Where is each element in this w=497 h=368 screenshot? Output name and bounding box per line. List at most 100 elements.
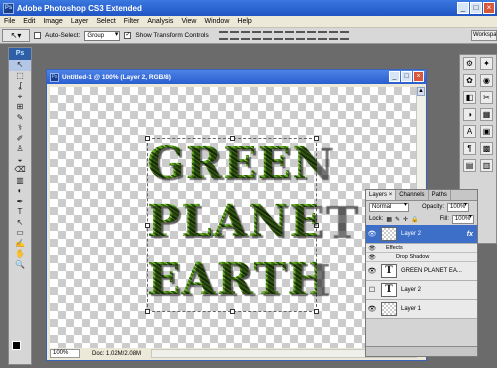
align-right-icon[interactable] (273, 31, 283, 40)
tool-preset-picker[interactable]: ↖▾ (2, 29, 30, 42)
visibility-empty-box[interactable]: ☐ (366, 286, 378, 294)
dock-icon-history[interactable]: ▤ (463, 159, 476, 172)
transform-handle[interactable] (145, 309, 150, 314)
layer-name[interactable]: Layer 2 (401, 231, 421, 237)
effects-row[interactable]: 👁 Effects (366, 244, 477, 253)
menu-window[interactable]: Window (200, 18, 233, 25)
dock-icon-swatches[interactable]: ✿ (463, 74, 476, 87)
layer-row[interactable]: 👁 Layer 2 fx (366, 225, 477, 244)
tab-layers[interactable]: Layers × (366, 190, 397, 200)
effects-visibility-eye-icon[interactable]: 👁 (366, 245, 378, 252)
visibility-eye-icon[interactable]: 👁 (366, 305, 378, 313)
doc-minimize-button[interactable]: _ (389, 71, 400, 82)
gradient-tool-icon[interactable]: ▥ (9, 176, 31, 187)
dock-icon-layer-comps[interactable]: ▩ (480, 142, 493, 155)
dock-icon-character[interactable]: A (463, 125, 476, 138)
clone-stamp-tool-icon[interactable]: ♙ (9, 144, 31, 155)
lasso-tool-icon[interactable]: ʆ (9, 81, 31, 92)
layer-name[interactable]: GREEN PLANET EA... (401, 268, 462, 274)
lock-transparency-icon[interactable]: ▦ (386, 216, 392, 223)
canvas-area[interactable]: GREEN PLANET EARTH (50, 87, 417, 348)
distribute-bottom-icon[interactable] (306, 31, 316, 40)
dock-icon-color[interactable]: ◉ (480, 74, 493, 87)
distribute-left-icon[interactable] (317, 31, 327, 40)
menu-filter[interactable]: Filter (120, 18, 144, 25)
layer-row[interactable]: ☐ T Layer 2 (366, 281, 477, 300)
opacity-field[interactable]: 100% (447, 202, 470, 212)
quick-select-tool-icon[interactable]: ⌖ (9, 92, 31, 103)
lock-image-icon[interactable]: ✎ (395, 216, 400, 223)
menu-layer[interactable]: Layer (67, 18, 93, 25)
dock-icon-tool-presets[interactable]: ▥ (480, 159, 493, 172)
menu-file[interactable]: File (0, 18, 19, 25)
minimize-button[interactable]: _ (457, 2, 469, 14)
foreground-color-swatch[interactable] (12, 341, 21, 350)
eyedropper-tool-icon[interactable]: ✎ (9, 113, 31, 124)
path-select-tool-icon[interactable]: ↖ (9, 218, 31, 229)
distribute-right-icon[interactable] (339, 31, 349, 40)
layer-name[interactable]: Layer 2 (401, 287, 421, 293)
menu-select[interactable]: Select (92, 18, 119, 25)
document-title-bar[interactable]: Ps Untitled-1 @ 100% (Layer 2, RGB/8) _ … (47, 70, 426, 84)
tab-channels[interactable]: Channels (396, 190, 429, 200)
menu-help[interactable]: Help (233, 18, 255, 25)
lock-all-icon[interactable]: 🔒 (411, 216, 418, 223)
fill-field[interactable]: 100% (451, 214, 474, 224)
doc-close-button[interactable]: × (413, 71, 424, 82)
workspace-button[interactable]: Workspace (471, 30, 497, 41)
transform-handle[interactable] (314, 309, 319, 314)
auto-select-checkbox[interactable] (34, 32, 41, 39)
layer-row[interactable]: 👁 Layer 1 (366, 300, 477, 319)
dodge-tool-icon[interactable]: ◐ (9, 186, 31, 197)
menu-view[interactable]: View (177, 18, 200, 25)
distribute-hcenter-icon[interactable] (328, 31, 338, 40)
menu-edit[interactable]: Edit (19, 18, 39, 25)
dock-icon-info[interactable]: ▦ (480, 108, 493, 121)
dock-icon-brushes[interactable]: ✦ (480, 57, 493, 70)
scroll-up-arrow-icon[interactable]: ▲ (417, 87, 425, 96)
doc-info[interactable]: Doc: 1.02M/2.08M (84, 351, 141, 357)
blend-mode-dropdown[interactable]: Normal (369, 202, 409, 212)
doc-maximize-button[interactable]: □ (401, 71, 412, 82)
history-brush-tool-icon[interactable]: ◒ (9, 155, 31, 166)
healing-brush-tool-icon[interactable]: ⚕ (9, 123, 31, 134)
visibility-eye-icon[interactable]: 👁 (366, 230, 378, 238)
fx-icon[interactable]: fx (467, 231, 473, 238)
shape-tool-icon[interactable]: ▭ (9, 228, 31, 239)
tab-close-icon[interactable]: × (389, 192, 393, 198)
dock-icon-navigator[interactable]: ⚙ (463, 57, 476, 70)
align-bottom-icon[interactable] (240, 31, 250, 40)
notes-tool-icon[interactable]: ✍ (9, 239, 31, 250)
type-tool-icon[interactable]: T (9, 207, 31, 218)
brush-tool-icon[interactable]: ✐ (9, 134, 31, 145)
photoshop-logo[interactable]: Ps (9, 48, 31, 60)
dock-icon-paragraph[interactable]: ¶ (463, 142, 476, 155)
crop-tool-icon[interactable]: ⊞ (9, 102, 31, 113)
visibility-eye-icon[interactable]: 👁 (366, 267, 378, 275)
zoom-level-field[interactable]: 100% (50, 349, 80, 358)
auto-select-dropdown[interactable]: Group (84, 30, 121, 41)
layer-row[interactable]: 👁 T GREEN PLANET EA... (366, 262, 477, 281)
distribute-top-icon[interactable] (284, 31, 294, 40)
align-hcenter-icon[interactable] (262, 31, 272, 40)
marquee-tool-icon[interactable]: ⬚ (9, 71, 31, 82)
lock-position-icon[interactable]: ✛ (403, 216, 408, 223)
show-transform-checkbox[interactable]: ✓ (124, 32, 132, 39)
align-left-icon[interactable] (251, 31, 261, 40)
close-button[interactable]: × (483, 2, 495, 14)
layer-name[interactable]: Layer 1 (401, 306, 421, 312)
menu-image[interactable]: Image (39, 18, 66, 25)
dock-icon-adjustments[interactable]: ◑ (463, 108, 476, 121)
pen-tool-icon[interactable]: ✒ (9, 197, 31, 208)
zoom-tool-icon[interactable]: 🔍 (9, 260, 31, 271)
tab-paths[interactable]: Paths (429, 190, 451, 200)
dock-icon-clone-source[interactable]: ✂ (480, 91, 493, 104)
align-vcenter-icon[interactable] (229, 31, 239, 40)
hand-tool-icon[interactable]: ✋ (9, 249, 31, 260)
dock-icon-actions[interactable]: ▣ (480, 125, 493, 138)
move-tool-icon[interactable]: ↖ (9, 60, 31, 71)
drop-shadow-row[interactable]: 👁 Drop Shadow (366, 253, 477, 262)
eraser-tool-icon[interactable]: ⌫ (9, 165, 31, 176)
drop-shadow-visibility-eye-icon[interactable]: 👁 (366, 254, 378, 261)
distribute-vcenter-icon[interactable] (295, 31, 305, 40)
